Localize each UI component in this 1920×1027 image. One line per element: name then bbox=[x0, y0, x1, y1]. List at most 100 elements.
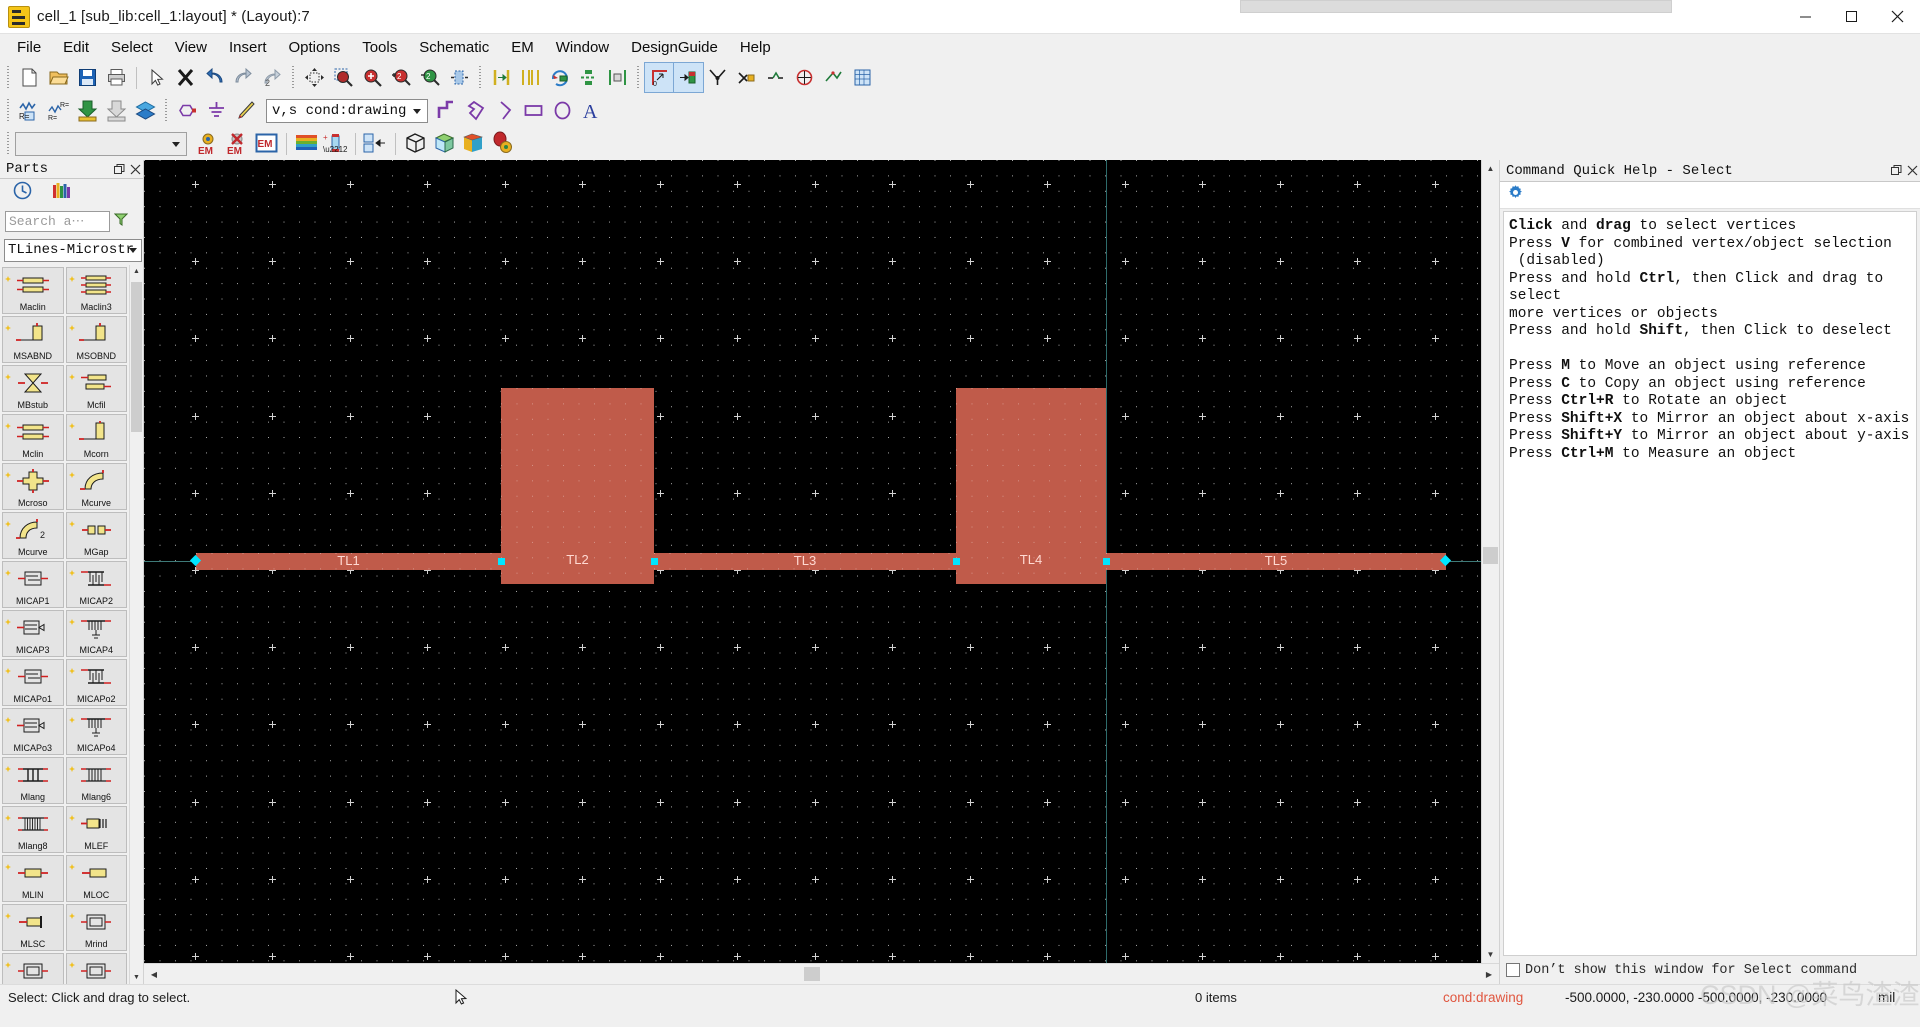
trace-icon[interactable] bbox=[761, 63, 790, 92]
layout-shape-tl5[interactable]: TL5 bbox=[1106, 553, 1446, 570]
align-center-icon[interactable] bbox=[516, 63, 545, 92]
layout-canvas[interactable]: TL1 TL2 TL3 TL4 TL5 bbox=[144, 160, 1481, 963]
menu-schematic[interactable]: Schematic bbox=[408, 35, 500, 60]
part-item-rindela[interactable]: rindela bbox=[2, 952, 64, 984]
mirror-icon[interactable] bbox=[603, 63, 632, 92]
align-left-icon[interactable] bbox=[487, 63, 516, 92]
part-item-micapo3[interactable]: MICAPo3 bbox=[2, 707, 64, 755]
menu-options[interactable]: Options bbox=[278, 35, 352, 60]
vertex-handle[interactable] bbox=[1103, 558, 1110, 565]
part-item-mloc[interactable]: MLOC bbox=[65, 854, 127, 902]
toolbar-grip-3[interactable] bbox=[477, 65, 484, 90]
close-icon[interactable] bbox=[1904, 163, 1920, 179]
circle-icon[interactable] bbox=[548, 96, 577, 125]
vertex-handle[interactable] bbox=[953, 558, 960, 565]
zoom-area-icon[interactable] bbox=[329, 63, 358, 92]
redo-all-icon[interactable]: 2 bbox=[258, 63, 287, 92]
substrate-icon[interactable] bbox=[292, 129, 321, 158]
snap-icon[interactable] bbox=[703, 63, 732, 92]
part-item-mcfil[interactable]: Mcfil bbox=[65, 364, 127, 412]
part-item-mcurve[interactable]: 2 Mcurve bbox=[2, 511, 64, 559]
text-icon[interactable]: A bbox=[577, 96, 606, 125]
part-item-mclin[interactable]: Mclin bbox=[2, 413, 64, 461]
part-item-mlin[interactable]: MLIN bbox=[2, 854, 64, 902]
float-window-icon[interactable] bbox=[1888, 163, 1904, 179]
pop-out-icon[interactable] bbox=[102, 96, 131, 125]
scroll-down-icon[interactable]: ▼ bbox=[130, 971, 143, 984]
distribute-icon[interactable] bbox=[574, 63, 603, 92]
parts-scrollbar[interactable]: ▲ ▼ bbox=[129, 264, 143, 984]
part-item-micap2[interactable]: MICAP2 bbox=[65, 560, 127, 608]
print-icon[interactable] bbox=[102, 63, 131, 92]
part-item-micap1[interactable]: MICAP1 bbox=[2, 560, 64, 608]
part-item-mgap[interactable]: MGap bbox=[65, 511, 127, 559]
maximize-button[interactable] bbox=[1828, 0, 1874, 33]
scroll-up-icon[interactable]: ▲ bbox=[130, 264, 143, 278]
scroll-up-icon[interactable]: ▲ bbox=[1482, 160, 1499, 177]
param-sweep-icon[interactable]: R= bbox=[15, 96, 44, 125]
float-window-icon[interactable] bbox=[111, 161, 127, 177]
grid-icon[interactable] bbox=[848, 63, 877, 92]
menu-file[interactable]: File bbox=[6, 35, 52, 60]
view-3d-solid-icon[interactable] bbox=[430, 129, 459, 158]
path-icon[interactable] bbox=[432, 96, 461, 125]
redo-icon[interactable] bbox=[229, 63, 258, 92]
port-handle[interactable] bbox=[1440, 555, 1451, 566]
parts-scroll-thumb[interactable] bbox=[131, 281, 142, 432]
polygon-icon[interactable] bbox=[461, 96, 490, 125]
port-icon[interactable] bbox=[173, 96, 202, 125]
category-select[interactable]: TLines-Microstr bbox=[4, 238, 142, 262]
push-into-icon[interactable] bbox=[73, 96, 102, 125]
part-item-mlang8[interactable]: Mlang8 bbox=[2, 805, 64, 853]
part-item-micapo4[interactable]: MICAPo4 bbox=[65, 707, 127, 755]
save-icon[interactable] bbox=[73, 63, 102, 92]
part-item-mcorn[interactable]: Mcorn bbox=[65, 413, 127, 461]
snap-grid-icon[interactable] bbox=[732, 63, 761, 92]
insert-pin-icon[interactable] bbox=[673, 62, 704, 93]
view-3d-color-icon[interactable] bbox=[459, 129, 488, 158]
menu-em[interactable]: EM bbox=[500, 35, 545, 60]
view-3d-icon[interactable] bbox=[401, 129, 430, 158]
menu-designguide[interactable]: DesignGuide bbox=[620, 35, 729, 60]
history-clock-icon[interactable] bbox=[13, 181, 32, 205]
part-item-micapo1[interactable]: MICAPo1 bbox=[2, 658, 64, 706]
part-item-mlang6[interactable]: Mlang6 bbox=[65, 756, 127, 804]
layer-select-combo[interactable]: v,s cond:drawing bbox=[266, 98, 428, 123]
close-icon[interactable] bbox=[127, 161, 143, 177]
origin-icon[interactable]: 0 bbox=[644, 62, 675, 93]
rotate-icon[interactable] bbox=[545, 63, 574, 92]
menu-tools[interactable]: Tools bbox=[351, 35, 408, 60]
menu-window[interactable]: Window bbox=[545, 35, 620, 60]
part-item-mbstub[interactable]: MBstub bbox=[2, 364, 64, 412]
part-item-mrind[interactable]: Mrind bbox=[65, 903, 127, 951]
part-item-mcroso[interactable]: Mcroso bbox=[2, 462, 64, 510]
em-model-icon[interactable] bbox=[361, 129, 390, 158]
layout-shape-tl2[interactable]: TL2 bbox=[501, 388, 654, 584]
scroll-down-icon[interactable]: ▼ bbox=[1482, 946, 1499, 963]
toolbar-grip-2[interactable] bbox=[290, 65, 297, 90]
part-item-maclin[interactable]: Maclin bbox=[2, 266, 64, 314]
layers-icon[interactable] bbox=[131, 96, 160, 125]
canvas-hscroll-track[interactable] bbox=[164, 964, 1479, 984]
toolbar-grip-7[interactable] bbox=[5, 131, 12, 156]
toolbar-grip-5[interactable] bbox=[5, 98, 12, 123]
gear-icon[interactable] bbox=[1507, 184, 1524, 206]
em-run-icon[interactable]: EM bbox=[252, 129, 281, 158]
library-books-icon[interactable] bbox=[52, 181, 71, 205]
parts-scroll-track[interactable] bbox=[130, 277, 143, 971]
part-item-micap3[interactable]: MICAP3 bbox=[2, 609, 64, 657]
toolbar-grip[interactable] bbox=[5, 65, 12, 90]
dim-icon[interactable] bbox=[819, 63, 848, 92]
part-item-mlef[interactable]: MLEF bbox=[65, 805, 127, 853]
menu-view[interactable]: View bbox=[164, 35, 218, 60]
wire-icon[interactable] bbox=[790, 63, 819, 92]
part-item-maclin3[interactable]: Maclin3 bbox=[65, 266, 127, 314]
layout-shape-tl3[interactable]: TL3 bbox=[654, 553, 956, 570]
canvas-hscroll-thumb[interactable] bbox=[804, 967, 820, 981]
menu-select[interactable]: Select bbox=[100, 35, 164, 60]
scroll-right-icon[interactable]: ▶ bbox=[1479, 964, 1499, 984]
pointer-icon[interactable] bbox=[142, 63, 171, 92]
ground-icon[interactable] bbox=[202, 96, 231, 125]
zoom-out-2-icon[interactable]: 2 bbox=[416, 63, 445, 92]
move-icon[interactable] bbox=[300, 63, 329, 92]
